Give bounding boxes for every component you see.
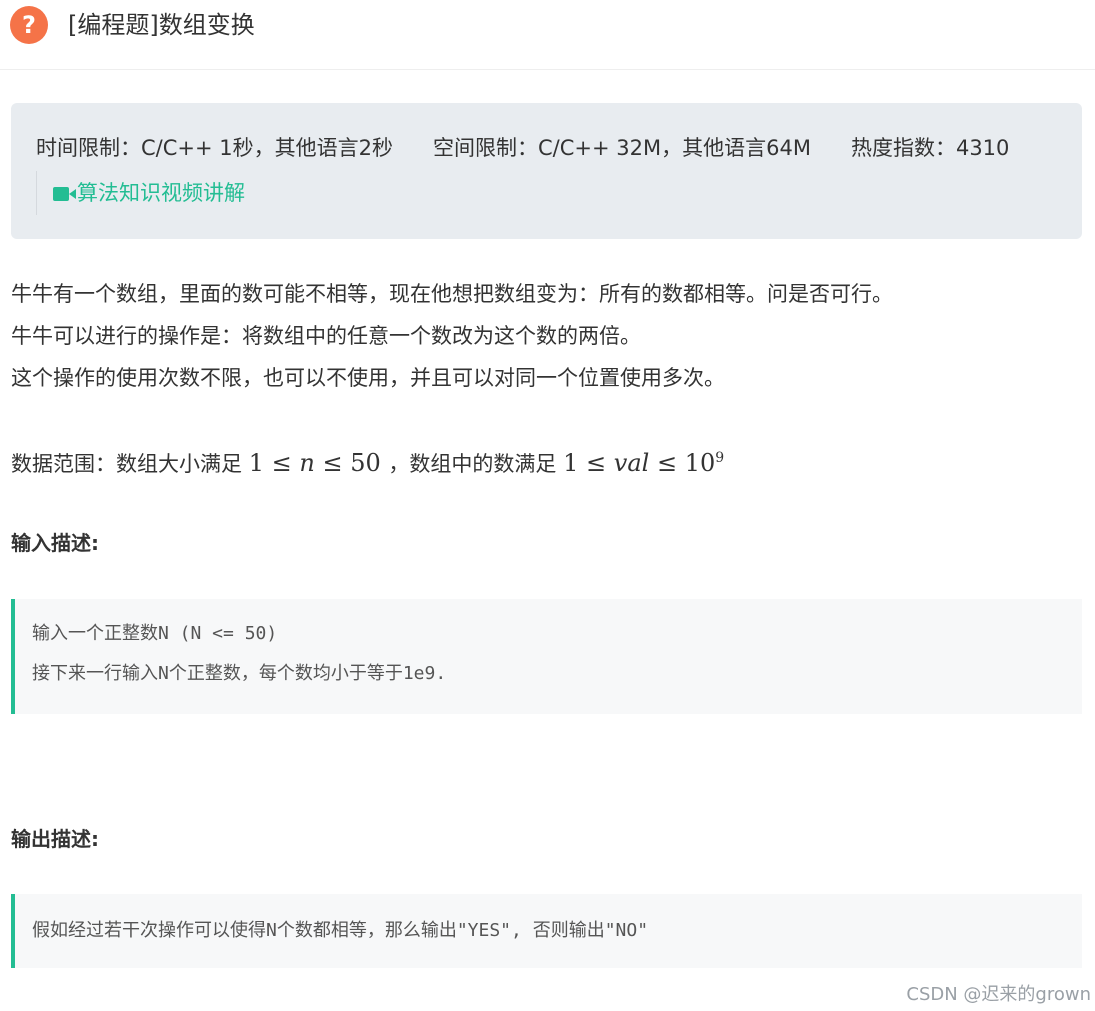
video-explanation-link[interactable]: 算法知识视频讲解: [36, 171, 245, 215]
output-description-title: 输出描述:: [11, 827, 99, 851]
description-line: 牛牛有一个数组，里面的数可能不相等，现在他想把数组变为：所有的数都相等。问是否可…: [11, 282, 893, 306]
problem-description: 牛牛有一个数组，里面的数可能不相等，现在他想把数组变为：所有的数都相等。问是否可…: [11, 273, 893, 399]
description-line: 牛牛可以进行的操作是：将数组中的任意一个数改为这个数的两倍。: [11, 324, 641, 348]
range-mid: ，数组中的数满足: [388, 452, 557, 476]
problem-title: [编程题]数组变换: [68, 11, 255, 39]
input-description-title: 输入描述:: [11, 531, 99, 555]
heat-index: 热度指数：4310: [850, 136, 1010, 160]
input-line: 输入一个正整数N (N <= 50): [32, 623, 278, 644]
input-line: 接下来一行输入N个正整数，每个数均小于等于1e9.: [32, 663, 447, 684]
description-line: 这个操作的使用次数不限，也可以不使用，并且可以对同一个位置使用多次。: [11, 366, 725, 390]
watermark: CSDN @迟来的grown: [906, 984, 1091, 1005]
limits-panel: 时间限制：C/C++ 1秒，其他语言2秒 空间限制：C/C++ 32M，其他语言6…: [11, 103, 1082, 239]
output-line: 假如经过若干次操作可以使得N个数都相等，那么输出"YES", 否则输出"NO": [32, 920, 649, 941]
problem-header: ? [编程题]数组变换: [0, 0, 1095, 70]
video-camera-icon: [53, 187, 76, 201]
question-circle-icon: ?: [10, 6, 48, 44]
range-val-formula: 1 ≤ val ≤ 109: [563, 449, 725, 477]
video-link-label: 算法知识视频讲解: [77, 181, 245, 205]
limits-row: 时间限制：C/C++ 1秒，其他语言2秒 空间限制：C/C++ 32M，其他语言6…: [36, 130, 1009, 166]
space-limit: 空间限制：C/C++ 32M，其他语言64M: [433, 136, 811, 160]
range-n-formula: 1 ≤ n ≤ 50: [248, 449, 381, 477]
input-description-box: 输入一个正整数N (N <= 50) 接下来一行输入N个正整数，每个数均小于等于…: [11, 599, 1082, 714]
time-limit: 时间限制：C/C++ 1秒，其他语言2秒: [36, 136, 393, 160]
range-prefix: 数据范围：数组大小满足: [11, 452, 242, 476]
output-description-box: 假如经过若干次操作可以使得N个数都相等，那么输出"YES", 否则输出"NO": [11, 894, 1082, 968]
data-range: 数据范围：数组大小满足 1 ≤ n ≤ 50 ，数组中的数满足 1 ≤ val …: [11, 437, 724, 485]
